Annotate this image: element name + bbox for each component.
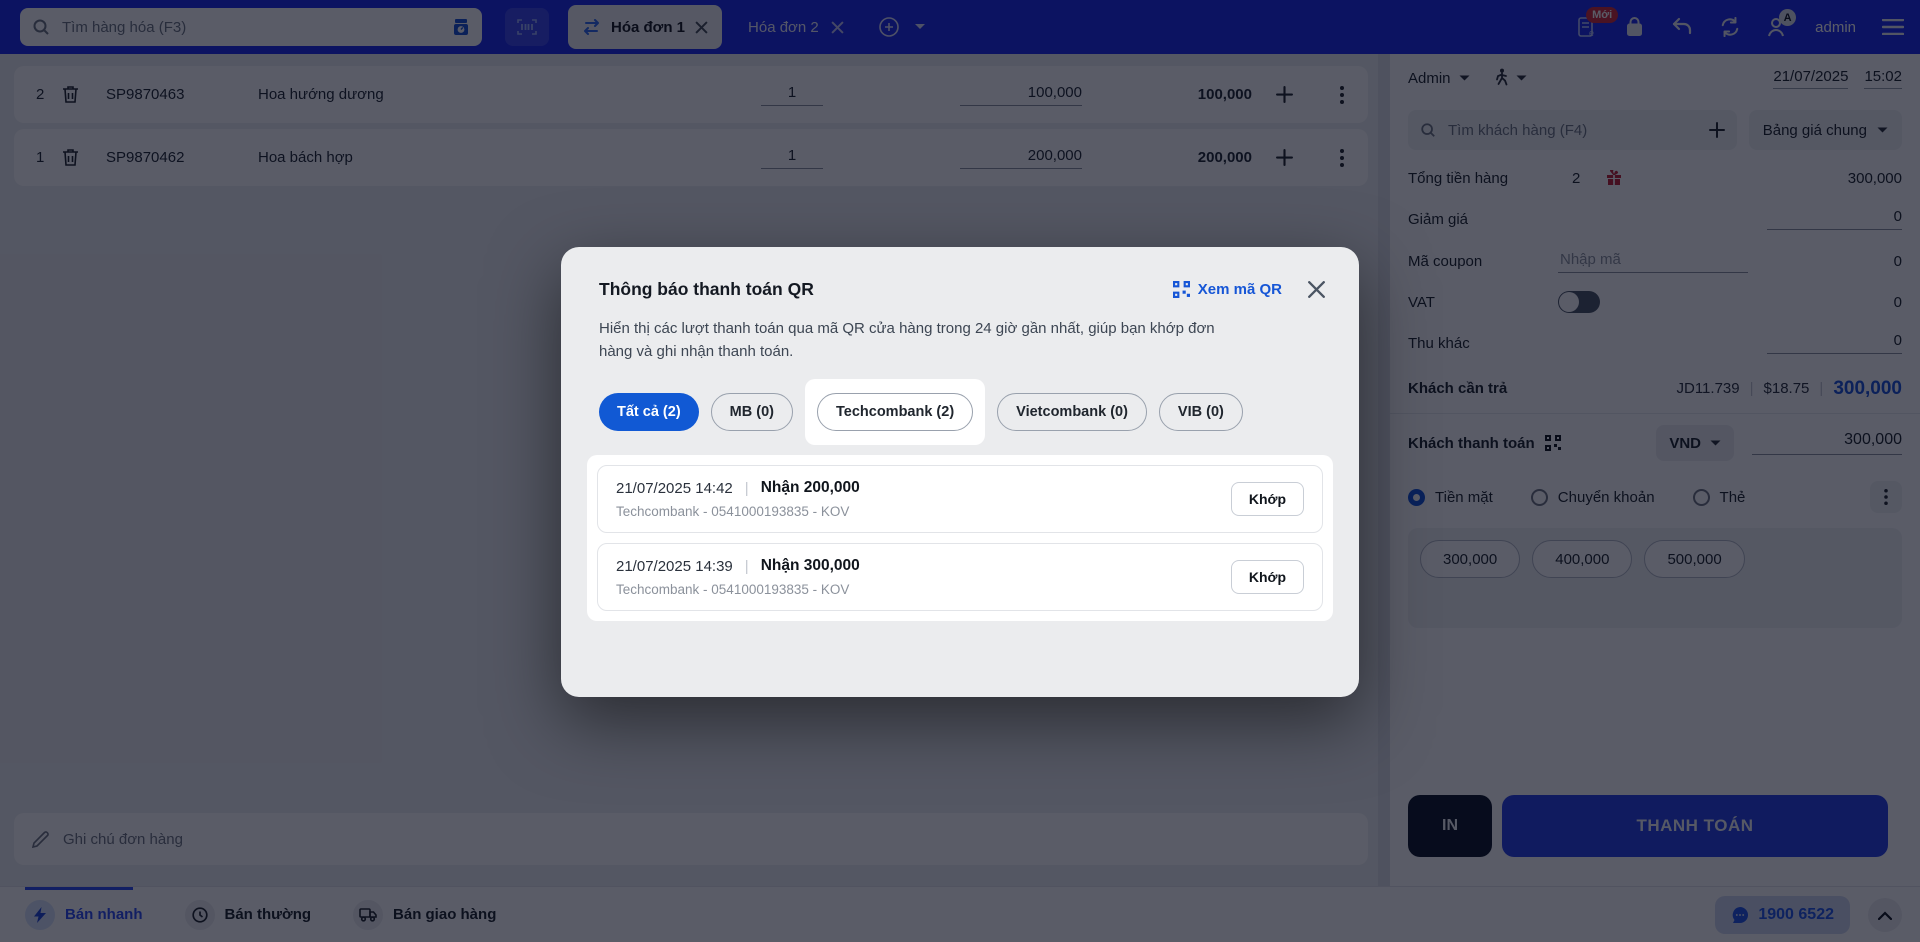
filter-vietcombank[interactable]: Vietcombank (0) xyxy=(997,393,1147,431)
filter-vib[interactable]: VIB (0) xyxy=(1158,393,1243,431)
close-modal-icon[interactable] xyxy=(1308,281,1325,298)
transaction-amount: Nhận 200,000 xyxy=(760,479,860,496)
match-button[interactable]: Khớp xyxy=(1230,482,1304,516)
modal-description: Hiển thị các lượt thanh toán qua mã QR c… xyxy=(599,320,1215,360)
techcombank-highlight: Techcombank (2) xyxy=(804,379,986,445)
filter-all[interactable]: Tất cả (2) xyxy=(599,393,699,431)
view-qr-label: Xem mã QR xyxy=(1197,281,1282,298)
transaction-row: 21/07/2025 14:39 | Nhận 300,000 Techcomb… xyxy=(597,543,1323,611)
transaction-detail: Techcombank - 0541000193835 - KOV xyxy=(616,582,850,597)
modal-title: Thông báo thanh toán QR xyxy=(599,279,814,299)
qr-icon xyxy=(1172,281,1190,298)
transaction-datetime: 21/07/2025 14:42 xyxy=(616,479,733,497)
qr-payment-modal: Thông báo thanh toán QR Xem mã QR Hiển t… xyxy=(561,247,1359,697)
transaction-detail: Techcombank - 0541000193835 - KOV xyxy=(616,504,850,519)
transaction-row: 21/07/2025 14:42 | Nhận 200,000 Techcomb… xyxy=(597,465,1323,533)
filter-techcombank[interactable]: Techcombank (2) xyxy=(816,393,974,431)
transaction-datetime: 21/07/2025 14:39 xyxy=(616,557,733,575)
view-qr-link[interactable]: Xem mã QR xyxy=(1172,281,1282,298)
transaction-amount: Nhận 300,000 xyxy=(760,557,860,574)
match-button[interactable]: Khớp xyxy=(1230,560,1304,594)
transactions-highlight: 21/07/2025 14:42 | Nhận 200,000 Techcomb… xyxy=(587,455,1333,621)
filter-mb[interactable]: MB (0) xyxy=(710,393,793,431)
